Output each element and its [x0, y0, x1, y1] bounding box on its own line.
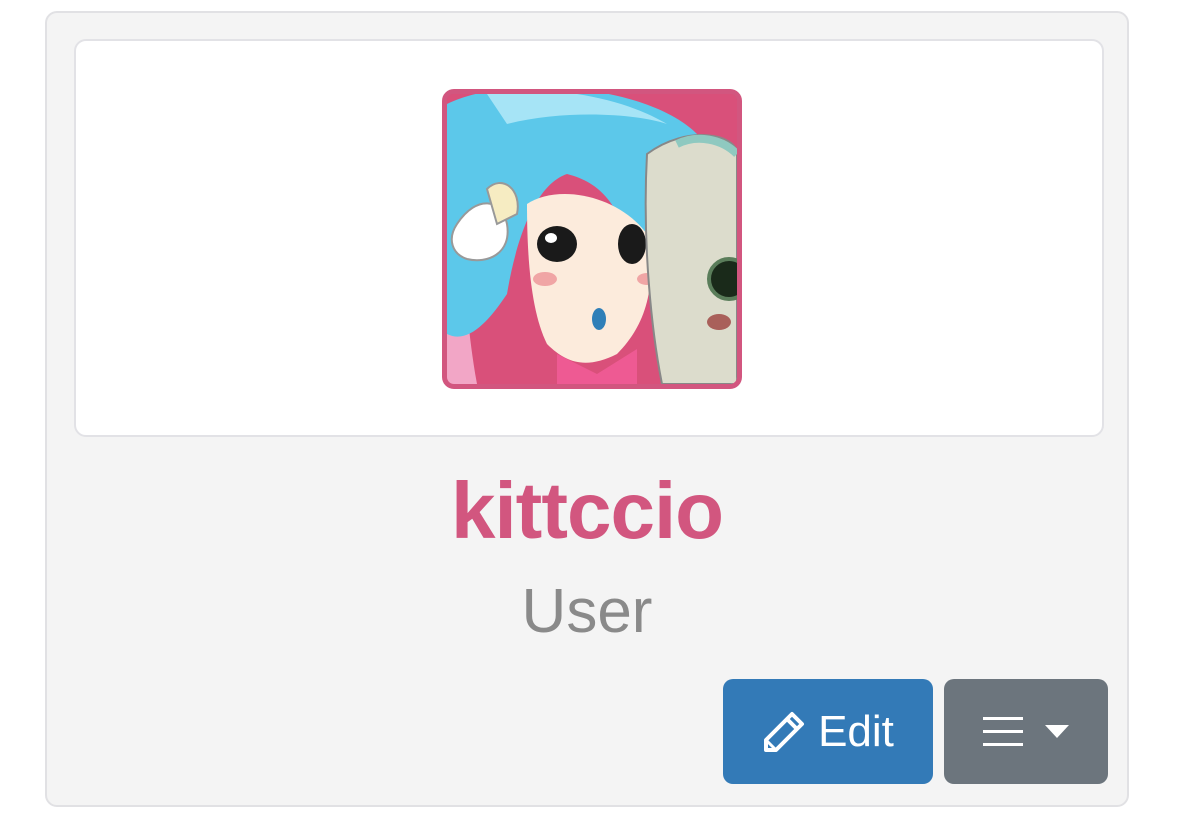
- caret-down-icon: [1045, 724, 1069, 739]
- edit-button[interactable]: Edit: [723, 679, 933, 784]
- avatar-image: [447, 94, 737, 384]
- user-role: User: [521, 577, 653, 646]
- username[interactable]: kittccio: [47, 471, 1127, 551]
- avatar-panel: [74, 39, 1104, 437]
- avatar[interactable]: [442, 89, 742, 389]
- pencil-icon: [762, 710, 806, 754]
- options-menu-button[interactable]: [944, 679, 1108, 784]
- profile-card: kittccio User Edit: [45, 11, 1129, 807]
- hamburger-icon: [983, 715, 1023, 749]
- edit-button-label: Edit: [818, 706, 894, 756]
